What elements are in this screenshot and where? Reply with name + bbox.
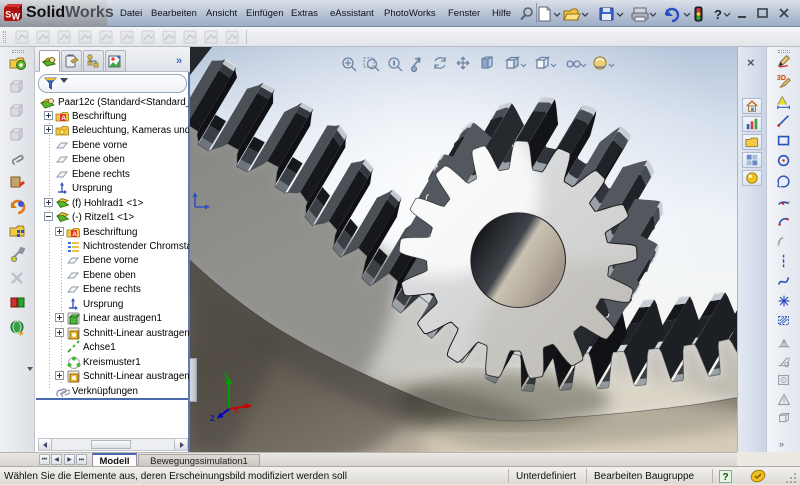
svg-text:?: ? (714, 7, 722, 22)
svg-text:W: W (12, 12, 21, 22)
svg-text:z: z (210, 413, 215, 424)
svg-text:3D: 3D (777, 74, 786, 82)
svg-text:A: A (61, 115, 66, 122)
svg-text:x: x (234, 405, 239, 416)
svg-text:S: S (5, 10, 11, 20)
svg-text:A: A (72, 231, 77, 238)
svg-text:Y: Y (223, 372, 230, 383)
